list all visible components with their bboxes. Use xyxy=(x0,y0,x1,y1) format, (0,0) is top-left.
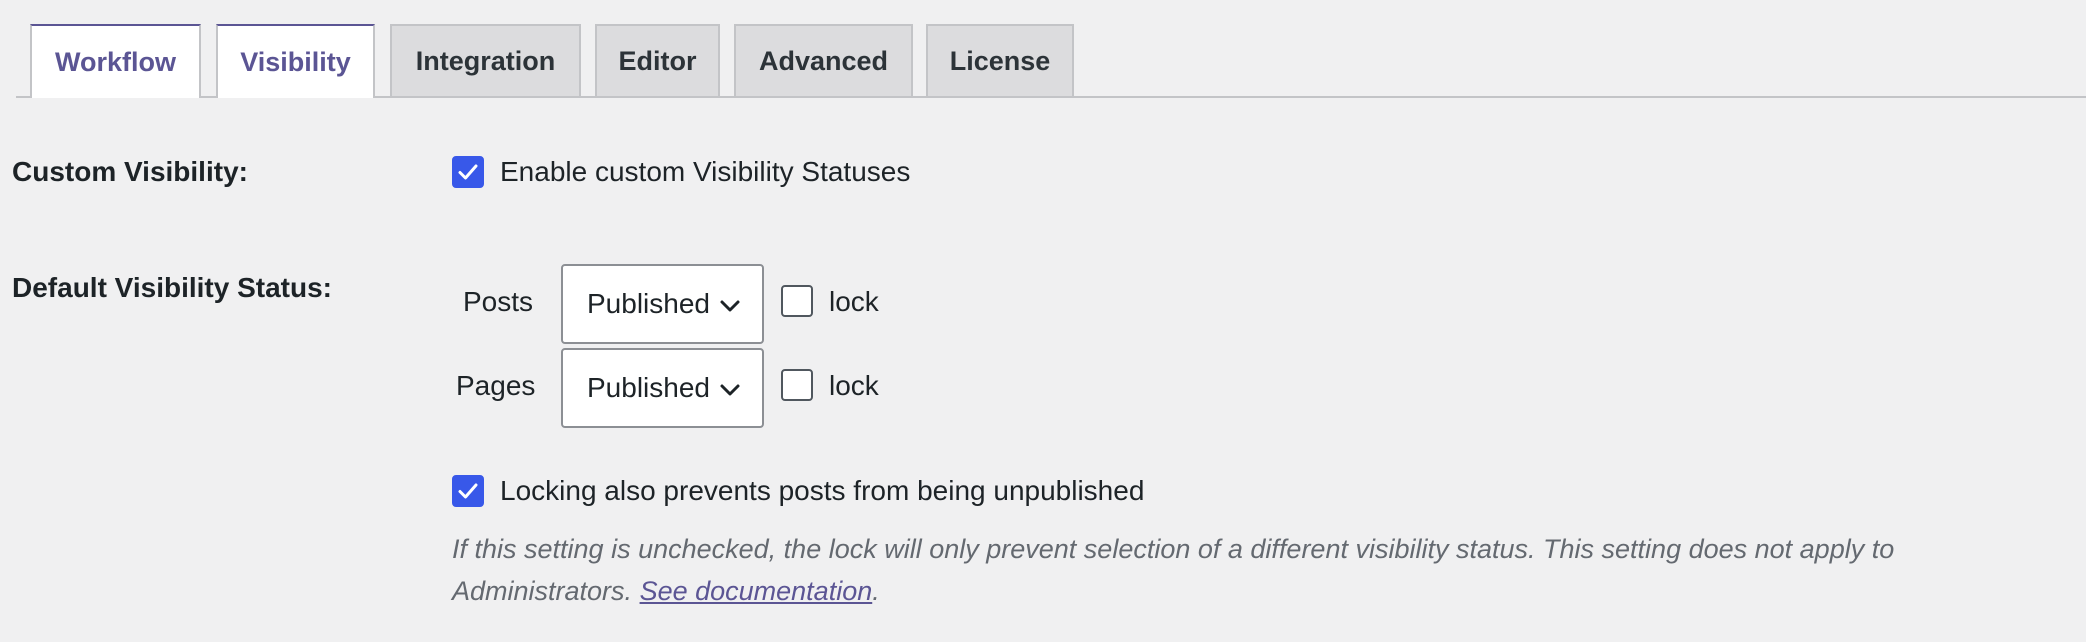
see-documentation-link[interactable]: See documentation xyxy=(640,576,873,606)
enable-custom-visibility-checkbox[interactable] xyxy=(452,156,484,188)
pages-lock-label: lock xyxy=(829,370,879,401)
posts-label: Posts xyxy=(463,286,534,317)
checkmark-icon xyxy=(458,483,478,499)
tab-label: Visibility xyxy=(240,46,351,77)
settings-tabs: Workflow Visibility Integration Editor A… xyxy=(16,24,2086,98)
pages-status-value: Published xyxy=(587,372,710,403)
settings-page: Workflow Visibility Integration Editor A… xyxy=(0,0,2086,642)
tab-label: Advanced xyxy=(758,45,889,76)
chevron-down-icon xyxy=(720,384,740,396)
tab-editor[interactable]: Editor xyxy=(595,24,720,96)
posts-status-select[interactable]: Published xyxy=(561,264,764,344)
tab-license[interactable]: License xyxy=(926,24,1074,96)
posts-status-value: Published xyxy=(587,288,710,319)
pages-status-select[interactable]: Published xyxy=(561,348,764,428)
custom-visibility-label: Custom Visibility: xyxy=(12,156,248,187)
pages-lock-checkbox[interactable] xyxy=(781,369,813,401)
tab-label: Workflow xyxy=(55,46,176,77)
posts-lock-checkbox[interactable] xyxy=(781,285,813,317)
tab-workflow[interactable]: Workflow xyxy=(30,24,201,98)
tab-label: License xyxy=(949,45,1051,76)
lock-description: If this setting is unchecked, the lock w… xyxy=(452,528,2062,612)
prevent-unpublish-text: Locking also prevents posts from being u… xyxy=(500,475,1145,506)
tab-label: Editor xyxy=(618,45,697,76)
posts-lock-label: lock xyxy=(829,286,879,317)
pages-label: Pages xyxy=(456,370,536,401)
default-visibility-status-label: Default Visibility Status: xyxy=(12,272,332,303)
checkmark-icon xyxy=(458,164,478,180)
prevent-unpublish-checkbox[interactable] xyxy=(452,475,484,507)
tab-label: Integration xyxy=(415,45,556,76)
lock-description-suffix: . xyxy=(872,576,880,606)
tab-integration[interactable]: Integration xyxy=(390,24,581,96)
enable-custom-visibility-text: Enable custom Visibility Statuses xyxy=(500,156,911,187)
tab-visibility[interactable]: Visibility xyxy=(216,24,375,98)
chevron-down-icon xyxy=(720,300,740,312)
tab-advanced[interactable]: Advanced xyxy=(734,24,913,96)
